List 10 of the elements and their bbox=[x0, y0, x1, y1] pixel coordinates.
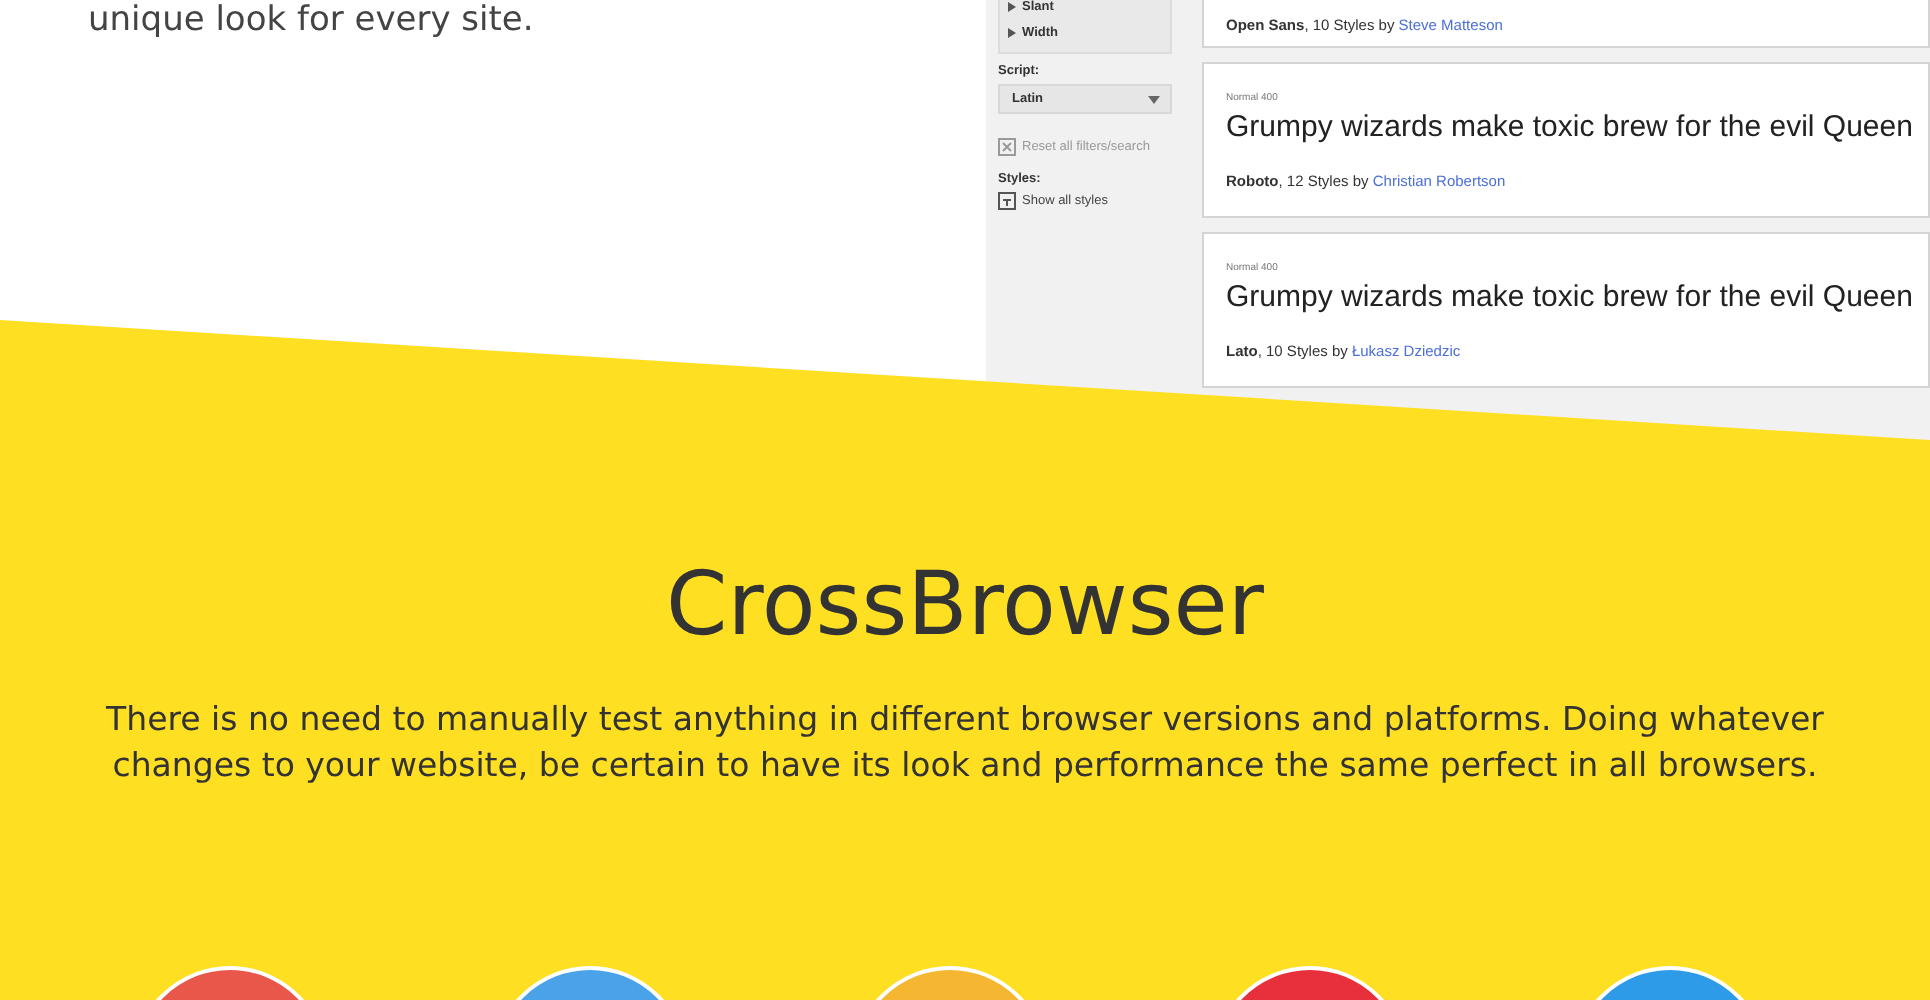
section-title: CrossBrowser bbox=[666, 552, 1264, 660]
section-description: There is no need to manually test anything in different browser versions and platforms. Doing whatever changes to your website, be certain to have its look and performance the same perfect in all browsers. bbox=[104, 698, 1826, 788]
expand-arrow-icon bbox=[1008, 28, 1016, 38]
close-icon bbox=[998, 138, 1016, 156]
expand-icon bbox=[998, 192, 1016, 210]
sample-text: Grumpy wizards make toxic brew for the evil Queen bbox=[1226, 110, 1915, 144]
expand-arrow-icon bbox=[1008, 2, 1016, 12]
caret-icon bbox=[1148, 95, 1160, 103]
sample-text: Grumpy wizards make toxic brew for the evil Queen bbox=[1226, 280, 1915, 314]
intro-text: unique look for every site. bbox=[88, 0, 536, 40]
